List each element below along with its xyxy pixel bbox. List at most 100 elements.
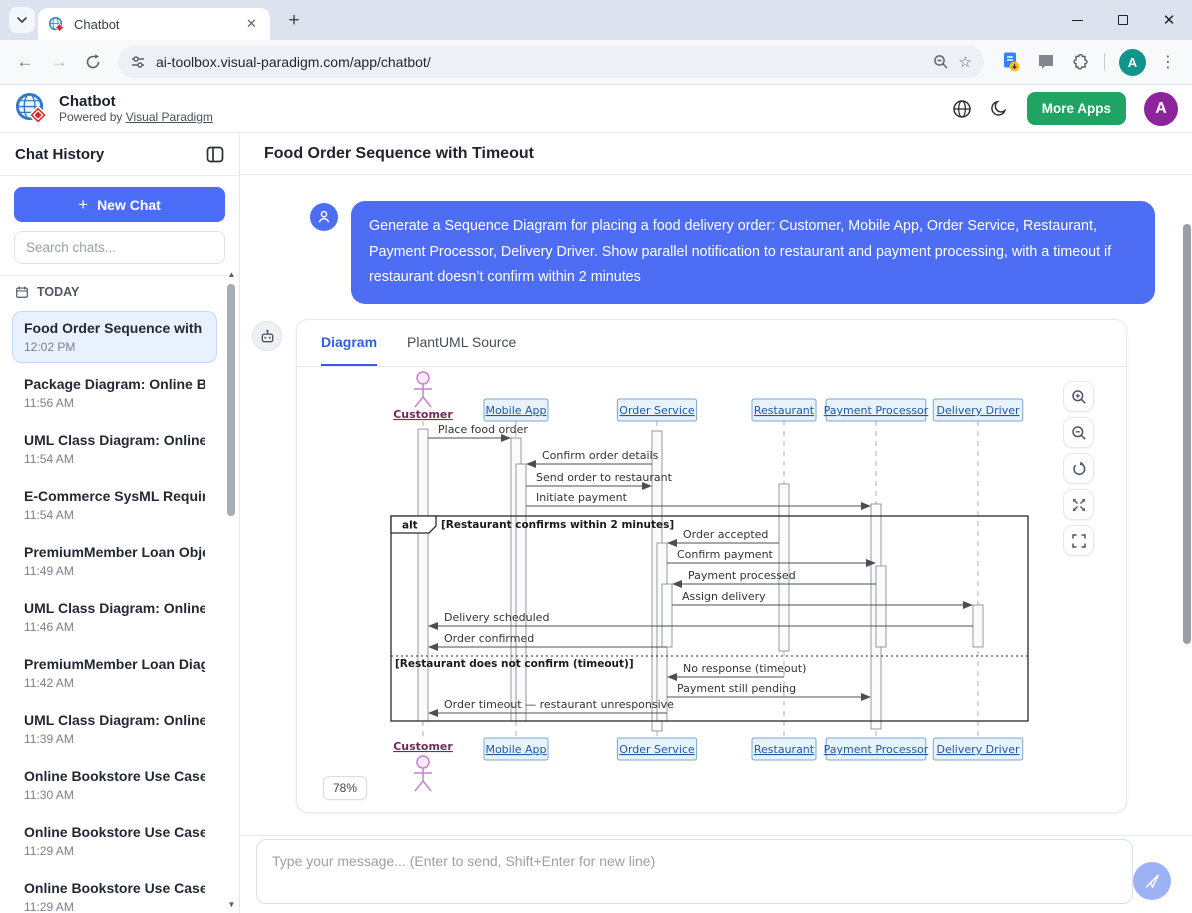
url-text[interactable]: ai-toolbox.visual-paradigm.com/app/chatb… bbox=[156, 54, 923, 70]
chat-title: Food Order Sequence with Ti... bbox=[24, 320, 205, 336]
chat-history-item[interactable]: Online Bookstore Use Case D... 11:29 AM bbox=[12, 815, 217, 867]
chat-history-item[interactable]: PremiumMember Loan Diagr... 11:42 AM bbox=[12, 647, 217, 699]
chat-history-item[interactable]: PremiumMember Loan Obje... 11:49 AM bbox=[12, 535, 217, 587]
new-tab-button[interactable]: + bbox=[281, 8, 307, 34]
calendar-icon bbox=[15, 285, 29, 299]
tab-close-icon[interactable]: ✕ bbox=[243, 16, 260, 33]
fullscreen-button[interactable] bbox=[1063, 525, 1094, 556]
chat-history-item[interactable]: Package Diagram: Online Bo... 11:56 AM bbox=[12, 367, 217, 419]
reset-view-button[interactable] bbox=[1063, 453, 1094, 484]
chat-history-item[interactable]: Food Order Sequence with Ti... 12:02 PM bbox=[12, 311, 217, 363]
user-account-avatar[interactable]: A bbox=[1144, 92, 1178, 126]
visual-paradigm-link[interactable]: Visual Paradigm bbox=[126, 110, 213, 124]
chat-time: 11:49 AM bbox=[24, 564, 205, 578]
actor-figure-top bbox=[414, 384, 432, 407]
bookmark-star-icon[interactable]: ☆ bbox=[959, 53, 972, 71]
chat-history-item[interactable]: Online Bookstore Use Case D... 11:30 AM bbox=[12, 759, 217, 811]
sidebar-scrollbar[interactable]: ▲ ▼ bbox=[225, 268, 238, 911]
tab-search-button[interactable] bbox=[9, 7, 35, 33]
tab-plantuml-source[interactable]: PlantUML Source bbox=[407, 320, 516, 366]
chat-time: 11:29 AM bbox=[24, 844, 205, 858]
sequence-message-label: Payment still pending bbox=[677, 682, 796, 695]
sequence-message-label: Order confirmed bbox=[444, 632, 534, 645]
send-button[interactable] bbox=[1133, 862, 1171, 900]
actor-label: Customer bbox=[393, 740, 453, 753]
participant-label: Delivery Driver bbox=[936, 743, 1019, 756]
chat-history-item[interactable]: E-Commerce SysML Require... 11:54 AM bbox=[12, 479, 217, 531]
minimize-button[interactable] bbox=[1054, 0, 1100, 40]
reload-icon[interactable] bbox=[78, 47, 108, 77]
powered-by: Powered by Visual Paradigm bbox=[59, 110, 213, 124]
sequence-message-label: Delivery scheduled bbox=[444, 611, 549, 624]
fullscreen-corners-icon bbox=[1071, 533, 1087, 549]
activation-bar bbox=[418, 429, 428, 721]
close-button[interactable]: ✕ bbox=[1146, 0, 1192, 40]
more-apps-button[interactable]: More Apps bbox=[1027, 92, 1126, 125]
robot-icon bbox=[259, 328, 276, 345]
zoom-in-button[interactable] bbox=[1063, 381, 1094, 412]
header-actions: More Apps A bbox=[952, 92, 1178, 126]
side-panel-comment-icon[interactable] bbox=[1036, 52, 1056, 72]
message-input[interactable] bbox=[256, 839, 1133, 904]
sequence-message-label: Order timeout — restaurant unresponsive bbox=[444, 698, 674, 711]
person-icon bbox=[316, 209, 332, 225]
site-settings-icon[interactable] bbox=[130, 54, 146, 70]
plus-icon: + bbox=[78, 195, 88, 215]
chat-messages-area: Generate a Sequence Diagram for placing … bbox=[240, 175, 1192, 835]
zoom-out-button[interactable] bbox=[1063, 417, 1094, 448]
browser-toolbar: ← → ai-toolbox.visual-paradigm.com/app/c… bbox=[0, 40, 1192, 85]
scroll-down-icon[interactable]: ▼ bbox=[227, 900, 236, 909]
zoom-out-page-icon[interactable] bbox=[933, 54, 949, 70]
maximize-button[interactable] bbox=[1100, 0, 1146, 40]
chat-title: UML Class Diagram: Online L... bbox=[24, 432, 205, 448]
sidebar-scrollbar-thumb[interactable] bbox=[227, 284, 235, 516]
browser-tab[interactable]: Chatbot ✕ bbox=[38, 8, 270, 40]
extensions-puzzle-icon[interactable] bbox=[1070, 52, 1090, 72]
participant-label: Delivery Driver bbox=[936, 404, 1019, 417]
browser-menu-icon[interactable]: ⋮ bbox=[1160, 52, 1176, 72]
language-globe-icon[interactable] bbox=[952, 99, 972, 119]
scroll-up-icon[interactable]: ▲ bbox=[227, 270, 236, 279]
diagram-tabs: Diagram PlantUML Source bbox=[297, 320, 1126, 367]
chat-title: Online Bookstore Use Case D... bbox=[24, 768, 205, 784]
dark-mode-moon-icon[interactable] bbox=[990, 99, 1009, 118]
actor-figure-bottom bbox=[417, 756, 429, 768]
main-scrollbar-thumb[interactable] bbox=[1183, 224, 1191, 644]
activation-bar bbox=[973, 605, 983, 647]
chat-history-item[interactable]: UML Class Diagram: Online L... 11:54 AM bbox=[12, 423, 217, 475]
sequence-message-label: Confirm payment bbox=[677, 548, 774, 561]
sequence-message-arrowhead bbox=[428, 622, 438, 630]
tab-diagram[interactable]: Diagram bbox=[321, 320, 377, 366]
browser-profile-avatar[interactable]: A bbox=[1119, 49, 1146, 76]
chat-title: Online Bookstore Use Case D... bbox=[24, 880, 205, 896]
sequence-diagram: alt[Restaurant confirms within 2 minutes… bbox=[384, 369, 1032, 793]
sequence-message-label: Payment processed bbox=[688, 569, 796, 582]
chat-history-item[interactable]: Online Bookstore Use Case D... 11:29 AM bbox=[12, 871, 217, 913]
chat-history-item[interactable]: UML Class Diagram: Online L... 11:46 AM bbox=[12, 591, 217, 643]
zoom-level-badge: 78% bbox=[323, 776, 367, 800]
user-avatar bbox=[310, 203, 338, 231]
main-panel: Food Order Sequence with Timeout Generat… bbox=[240, 133, 1192, 913]
chat-history-item[interactable]: UML Class Diagram: Online L... 11:39 AM bbox=[12, 703, 217, 755]
window-controls: ✕ bbox=[1054, 0, 1192, 40]
forward-icon[interactable]: → bbox=[44, 47, 74, 77]
fit-expand-button[interactable] bbox=[1063, 489, 1094, 520]
visual-paradigm-favicon bbox=[48, 16, 65, 33]
actor-figure-bottom bbox=[414, 768, 432, 791]
conversation-title-bar: Food Order Sequence with Timeout bbox=[240, 133, 1192, 175]
app-brand: Chatbot Powered by Visual Paradigm bbox=[14, 91, 213, 126]
tab-title: Chatbot bbox=[74, 17, 243, 32]
participant-label: Mobile App bbox=[485, 743, 546, 756]
collapse-sidebar-icon[interactable] bbox=[206, 146, 224, 163]
new-chat-button[interactable]: + New Chat bbox=[14, 187, 225, 222]
search-chats-input[interactable] bbox=[14, 231, 225, 264]
google-docs-offline-icon[interactable] bbox=[1000, 51, 1022, 73]
diagram-canvas[interactable]: alt[Restaurant confirms within 2 minutes… bbox=[384, 369, 1032, 793]
user-message-bubble: Generate a Sequence Diagram for placing … bbox=[351, 201, 1155, 304]
alt-guard-1: [Restaurant confirms within 2 minutes] bbox=[441, 519, 674, 531]
chat-time: 11:30 AM bbox=[24, 788, 205, 802]
address-bar[interactable]: ai-toolbox.visual-paradigm.com/app/chatb… bbox=[118, 46, 984, 78]
activation-bar bbox=[876, 566, 886, 647]
sequence-message-label: Assign delivery bbox=[682, 590, 766, 603]
back-icon[interactable]: ← bbox=[10, 47, 40, 77]
